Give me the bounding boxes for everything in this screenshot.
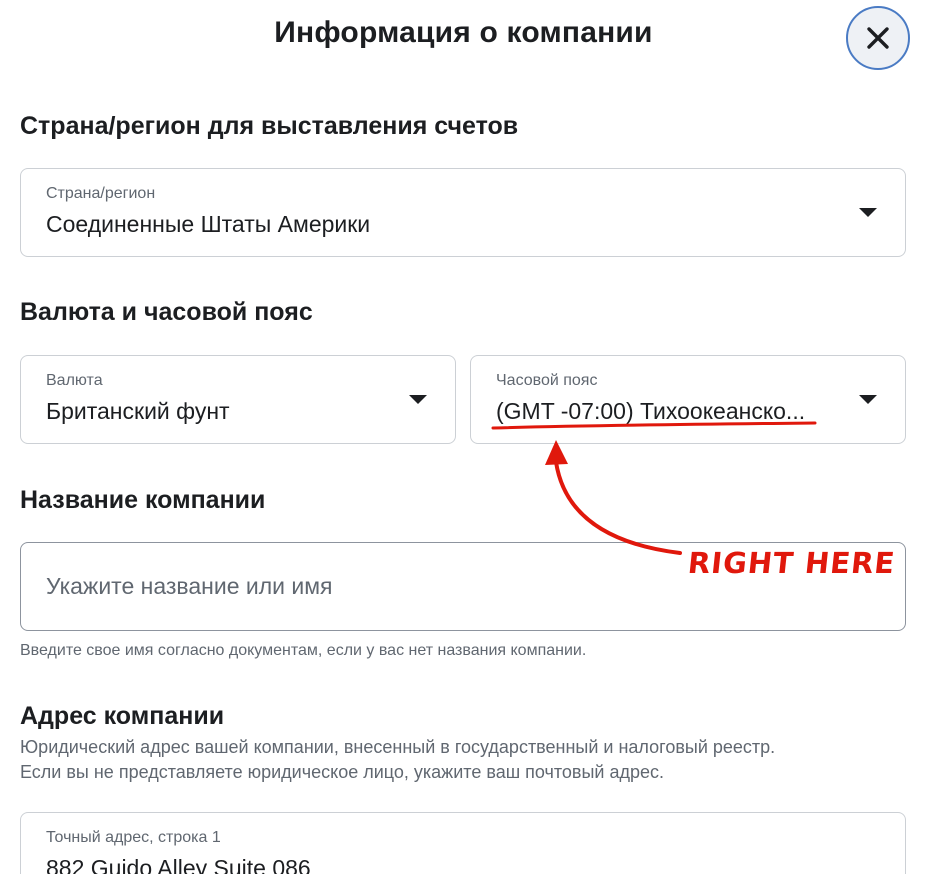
- company-address-description: Если вы не представляете юридическое лиц…: [20, 762, 665, 782]
- chevron-down-icon: [859, 395, 877, 404]
- company-address-heading: Адрес компании: [20, 702, 225, 730]
- company-name-helper: Введите свое имя согласно документам, ес…: [20, 642, 587, 659]
- country-label: Страна/регион: [46, 185, 156, 202]
- annotation-label: RIGHT HERE: [686, 546, 898, 580]
- dialog-title: Информация о компании: [274, 16, 653, 49]
- close-button[interactable]: [846, 6, 910, 70]
- close-icon: [867, 27, 889, 49]
- company-address-description: Юридический адрес вашей компании, внесен…: [20, 737, 776, 757]
- street-address-label: Точный адрес, строка 1: [46, 829, 221, 846]
- currency-select[interactable]: Валюта Британский фунт: [20, 355, 456, 444]
- chevron-down-icon: [859, 208, 877, 217]
- company-name-heading: Название компании: [20, 486, 266, 514]
- country-select[interactable]: Страна/регион Соединенные Штаты Америки: [20, 168, 906, 257]
- chevron-down-icon: [409, 395, 427, 404]
- currency-value: Британский фунт: [46, 398, 230, 424]
- timezone-label: Часовой пояс: [496, 372, 598, 389]
- street-address-value: 882 Guido Alley Suite 086: [46, 855, 311, 874]
- company-name-placeholder: Укажите название или имя: [46, 573, 333, 599]
- billing-country-heading: Страна/регион для выставления счетов: [20, 112, 519, 140]
- annotation-arrow: [554, 460, 682, 555]
- currency-label: Валюта: [46, 372, 103, 389]
- currency-timezone-heading: Валюта и часовой пояс: [20, 298, 313, 326]
- timezone-select[interactable]: Часовой пояс (GMT -07:00) Тихоокеанско..…: [470, 355, 906, 444]
- country-value: Соединенные Штаты Америки: [46, 211, 371, 237]
- street-address-input[interactable]: Точный адрес, строка 1 882 Guido Alley S…: [20, 812, 906, 874]
- timezone-value: (GMT -07:00) Тихоокеанско...: [496, 398, 806, 424]
